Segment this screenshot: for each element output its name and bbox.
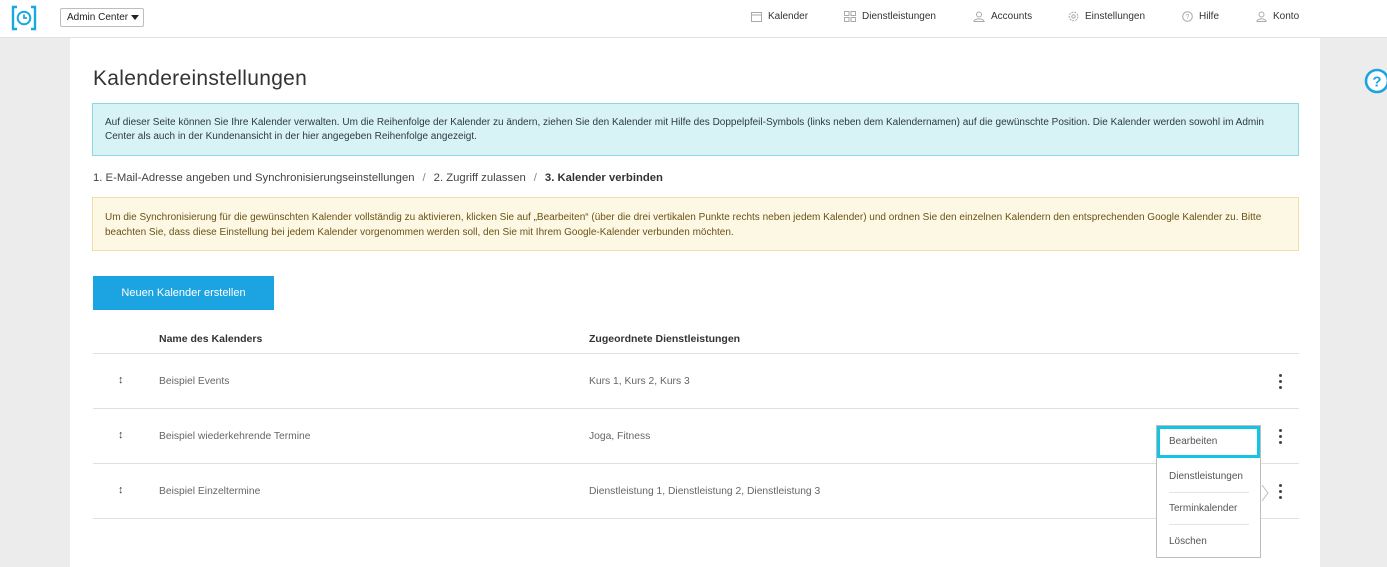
breadcrumb: 1. E-Mail-Adresse angeben und Synchronis…: [93, 172, 663, 184]
breadcrumb-separator: /: [533, 172, 537, 184]
breadcrumb-step-3: 3. Kalender verbinden: [544, 172, 663, 184]
admin-center-select-value: Admin Center: [67, 12, 129, 23]
info-box: Auf dieser Seite können Sie Ihre Kalende…: [92, 103, 1299, 156]
nav-konto[interactable]: Konto: [1256, 11, 1299, 22]
nav-einstellungen[interactable]: Einstellungen: [1068, 11, 1145, 22]
caret-down-icon: [131, 15, 139, 20]
column-header-name: Name des Kalenders: [159, 333, 263, 345]
breadcrumb-separator: /: [422, 172, 426, 184]
nav-accounts[interactable]: Accounts: [973, 11, 1032, 22]
menu-item-loeschen[interactable]: Löschen: [1157, 526, 1260, 558]
calendar-name: Beispiel wiederkehrende Termine: [159, 431, 311, 442]
calendar-services: Joga, Fitness: [589, 431, 651, 442]
help-icon: ?: [1182, 11, 1193, 22]
menu-pointer-icon: [1261, 484, 1269, 502]
nav-hilfe[interactable]: ? Hilfe: [1182, 11, 1219, 22]
create-calendar-button[interactable]: Neuen Kalender erstellen: [93, 276, 274, 310]
info-text: Auf dieser Seite können Sie Ihre Kalende…: [105, 117, 1264, 142]
warning-box: Um die Synchronisierung für die gewünsch…: [92, 197, 1299, 251]
menu-item-dienstleistungen[interactable]: Dienstleistungen: [1157, 461, 1260, 493]
page-title: Kalendereinstellungen: [93, 67, 308, 90]
menu-divider: [1169, 524, 1249, 525]
breadcrumb-step-2[interactable]: 2. Zugriff zulassen: [434, 172, 526, 184]
svg-text:?: ?: [1186, 14, 1190, 21]
gear-icon: [1068, 11, 1079, 22]
svg-text:?: ?: [1372, 74, 1381, 91]
nav-dienstleistungen-label: Dienstleistungen: [862, 11, 936, 22]
menu-item-terminkalender[interactable]: Terminkalender: [1157, 493, 1260, 525]
table-divider: [93, 518, 1299, 519]
admin-center-select[interactable]: Admin Center: [60, 8, 144, 27]
column-header-services: Zugeordnete Dienstleistungen: [589, 333, 741, 345]
drag-handle-icon[interactable]: ↕: [118, 374, 124, 386]
more-options-icon[interactable]: [1276, 484, 1284, 502]
menu-item-bearbeiten[interactable]: Bearbeiten: [1157, 426, 1260, 458]
table-divider: [93, 463, 1299, 464]
more-options-icon[interactable]: [1276, 374, 1284, 392]
nav-dienstleistungen[interactable]: Dienstleistungen: [844, 11, 936, 22]
nav-accounts-label: Accounts: [991, 11, 1033, 22]
calendar-services: Dienstleistung 1, Dienstleistung 2, Dien…: [589, 486, 821, 497]
table-divider: [93, 408, 1299, 409]
app-logo-icon[interactable]: [11, 5, 37, 31]
top-navigation-bar: Admin Center Kalender Dienstleistungen A…: [0, 0, 1387, 38]
breadcrumb-step-1[interactable]: 1. E-Mail-Adresse angeben und Synchronis…: [93, 172, 415, 184]
nav-hilfe-label: Hilfe: [1199, 11, 1220, 22]
grid-icon: [844, 11, 856, 22]
drag-handle-icon[interactable]: ↕: [118, 429, 124, 441]
nav-kalender[interactable]: Kalender: [751, 11, 808, 22]
more-options-icon[interactable]: [1276, 429, 1284, 447]
nav-konto-label: Konto: [1273, 11, 1300, 22]
drag-handle-icon[interactable]: ↕: [118, 484, 124, 496]
table-divider: [93, 353, 1299, 354]
warning-text: Um die Synchronisierung für die gewünsch…: [105, 212, 1262, 238]
floating-help-icon[interactable]: ?: [1364, 68, 1387, 94]
users-icon: [973, 11, 985, 22]
context-menu: Bearbeiten Dienstleistungen Terminkalend…: [1156, 425, 1261, 558]
nav-einstellungen-label: Einstellungen: [1085, 11, 1146, 22]
calendar-icon: [751, 12, 762, 22]
calendar-services: Kurs 1, Kurs 2, Kurs 3: [589, 376, 690, 387]
user-icon: [1256, 11, 1267, 22]
nav-kalender-label: Kalender: [768, 11, 809, 22]
calendar-name: Beispiel Einzeltermine: [159, 486, 261, 497]
calendar-name: Beispiel Events: [159, 376, 230, 387]
